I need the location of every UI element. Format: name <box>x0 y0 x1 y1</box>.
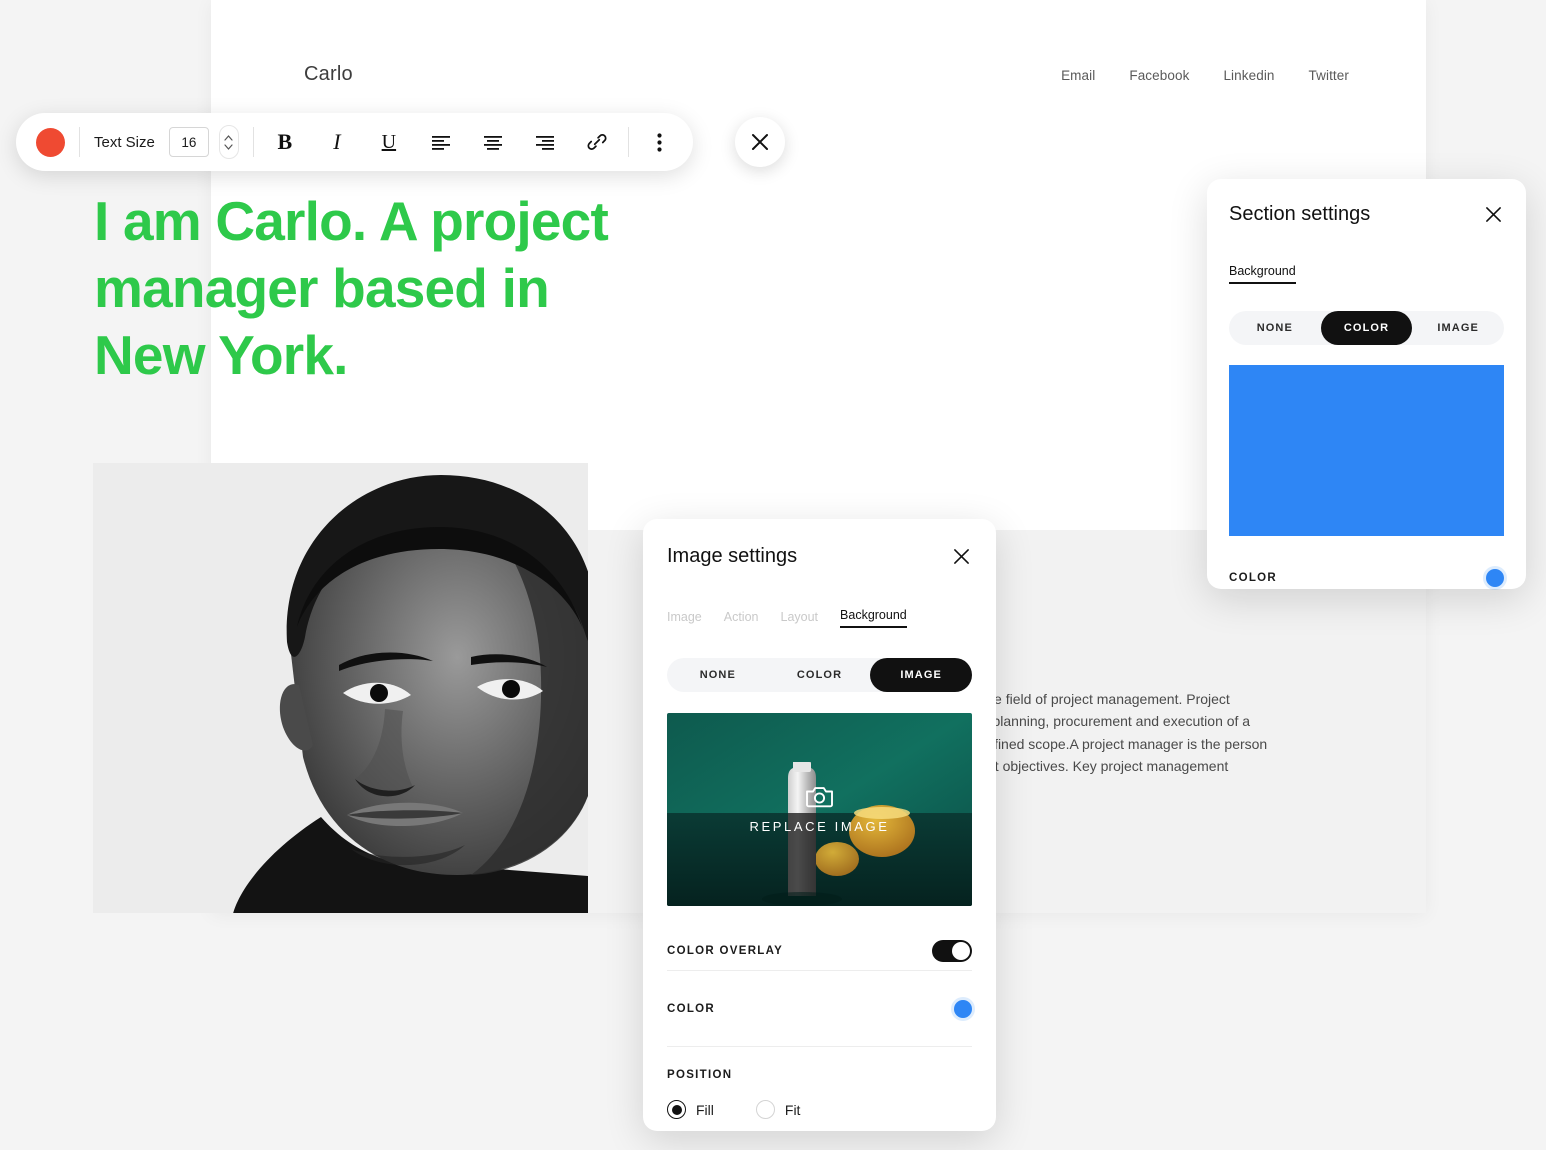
overlay-color-row: COLOR <box>667 993 972 1025</box>
bold-button[interactable]: B <box>268 125 302 159</box>
segment-image[interactable]: IMAGE <box>1412 311 1504 345</box>
align-left-icon[interactable] <box>424 125 458 159</box>
color-overlay-row: COLOR OVERLAY <box>667 932 972 970</box>
close-icon <box>953 549 969 564</box>
text-format-toolbar: Text Size 16 B I U <box>16 113 693 171</box>
panel-divider <box>667 970 972 971</box>
position-fit-label: Fit <box>784 1101 801 1118</box>
image-background-type-segmented: NONE COLOR IMAGE <box>667 658 973 692</box>
text-size-stepper[interactable] <box>218 125 239 159</box>
image-settings-panel: Image settings Image Action Layout Backg… <box>643 519 996 1131</box>
segment-color[interactable]: COLOR <box>1320 311 1413 345</box>
toolbar-divider <box>627 127 629 157</box>
section-settings-panel: Section settings Background NONE COLOR I… <box>1207 179 1526 589</box>
section-color-label: COLOR <box>1229 572 1278 584</box>
position-label: POSITION <box>667 1069 733 1081</box>
segment-none[interactable]: NONE <box>1229 311 1321 345</box>
section-color-preview[interactable] <box>1229 365 1504 536</box>
section-settings-tabs: Background <box>1229 264 1504 284</box>
segment-image[interactable]: IMAGE <box>870 658 973 692</box>
color-overlay-label: COLOR OVERLAY <box>667 945 784 957</box>
background-image-preview[interactable]: REPLACE IMAGE <box>667 713 972 906</box>
nav-link-email[interactable]: Email <box>1061 68 1095 83</box>
image-settings-close-button[interactable] <box>950 546 972 568</box>
close-icon <box>1485 207 1501 222</box>
overlay-color-swatch[interactable] <box>954 1000 972 1018</box>
hero-title[interactable]: I am Carlo. A project manager based in N… <box>94 188 654 389</box>
overlay-color-label: COLOR <box>667 1003 716 1015</box>
radio-inner <box>671 1104 682 1115</box>
tab-background[interactable]: Background <box>1229 264 1296 284</box>
segment-none[interactable]: NONE <box>667 658 769 692</box>
section-settings-close-button[interactable] <box>1482 204 1504 226</box>
image-settings-title: Image settings <box>667 545 798 567</box>
align-center-icon[interactable] <box>476 125 510 159</box>
section-settings-title: Section settings <box>1229 203 1371 225</box>
replace-image-label: REPLACE IMAGE <box>749 819 890 834</box>
color-overlay-toggle[interactable] <box>932 940 972 962</box>
text-color-swatch[interactable] <box>36 127 65 157</box>
panel-divider <box>667 1046 972 1047</box>
tab-image[interactable]: Image <box>667 610 702 628</box>
position-radio-group: Fill Fit <box>667 1100 972 1119</box>
section-color-swatch[interactable] <box>1486 569 1504 587</box>
tab-action[interactable]: Action <box>724 610 759 628</box>
close-toolbar-button[interactable] <box>735 117 785 167</box>
link-icon[interactable] <box>580 125 614 159</box>
nav-link-facebook[interactable]: Facebook <box>1129 68 1189 83</box>
section-color-row: COLOR <box>1229 563 1504 593</box>
nav-link-linkedin[interactable]: Linkedin <box>1223 68 1274 83</box>
camera-icon <box>806 787 833 808</box>
close-icon <box>752 134 768 150</box>
brand-logo[interactable]: Carlo <box>304 63 353 86</box>
replace-image-overlay[interactable]: REPLACE IMAGE <box>667 713 972 906</box>
position-fill-label: Fill <box>696 1101 714 1118</box>
more-vertical-icon[interactable] <box>643 125 677 159</box>
portrait-image <box>171 463 588 913</box>
portrait-photo-block[interactable] <box>93 463 588 913</box>
text-size-input[interactable]: 16 <box>168 127 209 157</box>
align-right-icon[interactable] <box>528 125 562 159</box>
radio-fit[interactable] <box>755 1100 775 1119</box>
toggle-knob <box>952 942 970 960</box>
tab-background[interactable]: Background <box>840 608 907 628</box>
section-settings-header: Section settings <box>1229 203 1504 226</box>
image-settings-tabs: Image Action Layout Background <box>667 608 972 628</box>
site-nav: Email Facebook Linkedin Twitter <box>1061 68 1349 83</box>
screen: Carlo Email Facebook Linkedin Twitter I … <box>0 0 1546 1150</box>
text-size-label: Text Size <box>94 133 155 151</box>
toolbar-divider <box>252 127 254 157</box>
chevron-up-icon <box>224 134 233 141</box>
nav-link-twitter[interactable]: Twitter <box>1309 68 1349 83</box>
position-option-fill[interactable]: Fill <box>667 1100 714 1119</box>
italic-button[interactable]: I <box>320 125 354 159</box>
chevron-down-icon <box>224 143 233 150</box>
position-option-fit[interactable]: Fit <box>755 1100 801 1119</box>
radio-fill[interactable] <box>667 1100 686 1119</box>
toolbar-divider <box>79 127 80 157</box>
image-settings-header: Image settings <box>667 545 972 568</box>
section-background-type-segmented: NONE COLOR IMAGE <box>1229 311 1504 345</box>
tab-layout[interactable]: Layout <box>781 610 819 628</box>
segment-color[interactable]: COLOR <box>769 658 871 692</box>
underline-button[interactable]: U <box>372 125 406 159</box>
